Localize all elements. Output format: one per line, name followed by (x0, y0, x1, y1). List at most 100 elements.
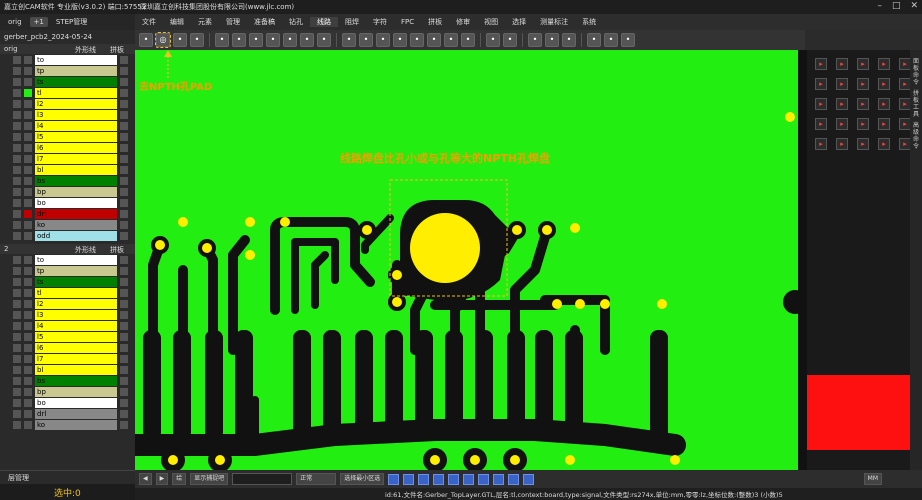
layer-row[interactable]: l6 (0, 343, 135, 354)
layer-name[interactable]: tp (35, 266, 117, 276)
ring-icon[interactable]: • (317, 33, 331, 47)
layer-name[interactable]: l4 (35, 321, 117, 331)
pen-icon[interactable]: • (486, 33, 500, 47)
play-icon[interactable]: ▸ (857, 138, 869, 150)
layer-lock-checkbox[interactable] (120, 100, 128, 108)
layer-name[interactable]: drl (35, 409, 117, 419)
layer-color-swatch[interactable] (24, 89, 32, 97)
panel-option[interactable]: 拼板 (110, 245, 124, 255)
frame-icon[interactable]: ▸ (815, 118, 827, 130)
side-tab-panel-tools[interactable]: 拼板工具 (911, 90, 921, 118)
layer-color-swatch[interactable] (24, 421, 32, 429)
layer-name[interactable]: bp (35, 387, 117, 397)
visibility-checkbox[interactable] (13, 410, 21, 418)
layer-lock-checkbox[interactable] (120, 311, 128, 319)
layer-color-swatch[interactable] (24, 166, 32, 174)
menu-item[interactable]: 字符 (366, 17, 394, 27)
menu-item[interactable]: 管理 (219, 17, 247, 27)
layer-color-swatch[interactable] (24, 355, 32, 363)
layer-color-swatch[interactable] (24, 56, 32, 64)
layer-name[interactable]: tp (35, 66, 117, 76)
visibility-checkbox[interactable] (13, 366, 21, 374)
layer-row[interactable]: l7 (0, 354, 135, 365)
layer-row[interactable]: odd (0, 231, 135, 242)
visibility-checkbox[interactable] (13, 388, 21, 396)
layer-lock-checkbox[interactable] (120, 67, 128, 75)
tab-step-manager[interactable]: STEP管理 (52, 16, 91, 28)
visibility-checkbox[interactable] (13, 221, 21, 229)
align-icon[interactable]: ▸ (815, 58, 827, 70)
outline-option[interactable]: 外形线 (75, 245, 96, 255)
visibility-checkbox[interactable] (13, 122, 21, 130)
filter-icon[interactable] (388, 473, 400, 485)
layer-lock-checkbox[interactable] (120, 388, 128, 396)
menu-item[interactable]: 编辑 (163, 17, 191, 27)
rect-icon[interactable]: • (410, 33, 424, 47)
visibility-checkbox[interactable] (13, 166, 21, 174)
visibility-checkbox[interactable] (13, 188, 21, 196)
arrow-icon[interactable]: ▸ (878, 98, 890, 110)
layer-color-swatch[interactable] (24, 256, 32, 264)
visibility-checkbox[interactable] (13, 199, 21, 207)
layer-lock-checkbox[interactable] (120, 188, 128, 196)
layer-lock-checkbox[interactable] (120, 177, 128, 185)
arrow-icon[interactable]: ▸ (815, 98, 827, 110)
prev-arrow-icon[interactable]: ◀ (139, 473, 152, 485)
layer-color-swatch[interactable] (24, 100, 32, 108)
target-icon[interactable]: • (587, 33, 601, 47)
table-icon[interactable]: • (376, 33, 390, 47)
layer-row[interactable]: l3 (0, 310, 135, 321)
play-icon[interactable]: ▸ (878, 138, 890, 150)
npth-pad-remove-icon[interactable]: ◎ (155, 32, 171, 48)
layer-name[interactable]: bl (35, 365, 117, 375)
bars-icon[interactable]: • (461, 33, 475, 47)
layer-row[interactable]: to (0, 55, 135, 66)
layer-name[interactable]: bo (35, 198, 117, 208)
align-icon[interactable]: ▸ (836, 78, 848, 90)
layer-name[interactable]: l7 (35, 354, 117, 364)
layer-lock-checkbox[interactable] (120, 366, 128, 374)
visibility-checkbox[interactable] (13, 144, 21, 152)
layer-color-swatch[interactable] (24, 399, 32, 407)
visibility-checkbox[interactable] (13, 210, 21, 218)
arrow-icon[interactable]: ▸ (836, 98, 848, 110)
layer-color-swatch[interactable] (24, 333, 32, 341)
layer-color-swatch[interactable] (24, 377, 32, 385)
menu-item[interactable]: 视图 (477, 17, 505, 27)
align-icon[interactable]: ▸ (836, 58, 848, 70)
layer-color-swatch[interactable] (24, 144, 32, 152)
layer-row[interactable]: drl (0, 209, 135, 220)
visibility-checkbox[interactable] (13, 111, 21, 119)
visibility-checkbox[interactable] (13, 289, 21, 297)
layer-row[interactable]: bs (0, 376, 135, 387)
rotate-icon[interactable] (493, 473, 505, 485)
visibility-checkbox[interactable] (13, 300, 21, 308)
visibility-checkbox[interactable] (13, 256, 21, 264)
layer-name[interactable]: ko (35, 220, 117, 230)
layer-name[interactable]: l7 (35, 154, 117, 164)
snap-bar-button[interactable]: 显示捕捉吧 (190, 473, 229, 485)
align-icon[interactable]: ▸ (815, 78, 827, 90)
menu-item[interactable]: 线路 (310, 17, 338, 27)
layer-name[interactable]: l2 (35, 299, 117, 309)
menu-item[interactable]: 系统 (575, 17, 603, 27)
pad-icon[interactable]: • (283, 33, 297, 47)
menu-item[interactable]: 测量标注 (533, 17, 575, 27)
layer-lock-checkbox[interactable] (120, 166, 128, 174)
layer-row[interactable]: ko (0, 420, 135, 431)
minimize-icon[interactable]: – (877, 1, 882, 11)
layer-color-swatch[interactable] (24, 232, 32, 240)
layer-row[interactable]: l5 (0, 332, 135, 343)
pcb-canvas[interactable]: 去NPTH孔PAD 线路焊盘比孔小或与孔等大的NPTH孔焊盘 (135, 50, 798, 470)
layer-manager-tab[interactable]: 层管理 (0, 470, 135, 485)
probe-icon[interactable]: • (173, 33, 187, 47)
maximize-icon[interactable]: □ (892, 1, 901, 11)
zoom-icon[interactable] (463, 473, 475, 485)
layer-color-swatch[interactable] (24, 267, 32, 275)
clear-icon[interactable]: • (266, 33, 280, 47)
layer-name[interactable]: to (35, 255, 117, 265)
layer-color-swatch[interactable] (24, 155, 32, 163)
play-icon[interactable]: ▸ (836, 138, 848, 150)
layer-row[interactable]: l4 (0, 321, 135, 332)
probe-icon[interactable]: • (190, 33, 204, 47)
